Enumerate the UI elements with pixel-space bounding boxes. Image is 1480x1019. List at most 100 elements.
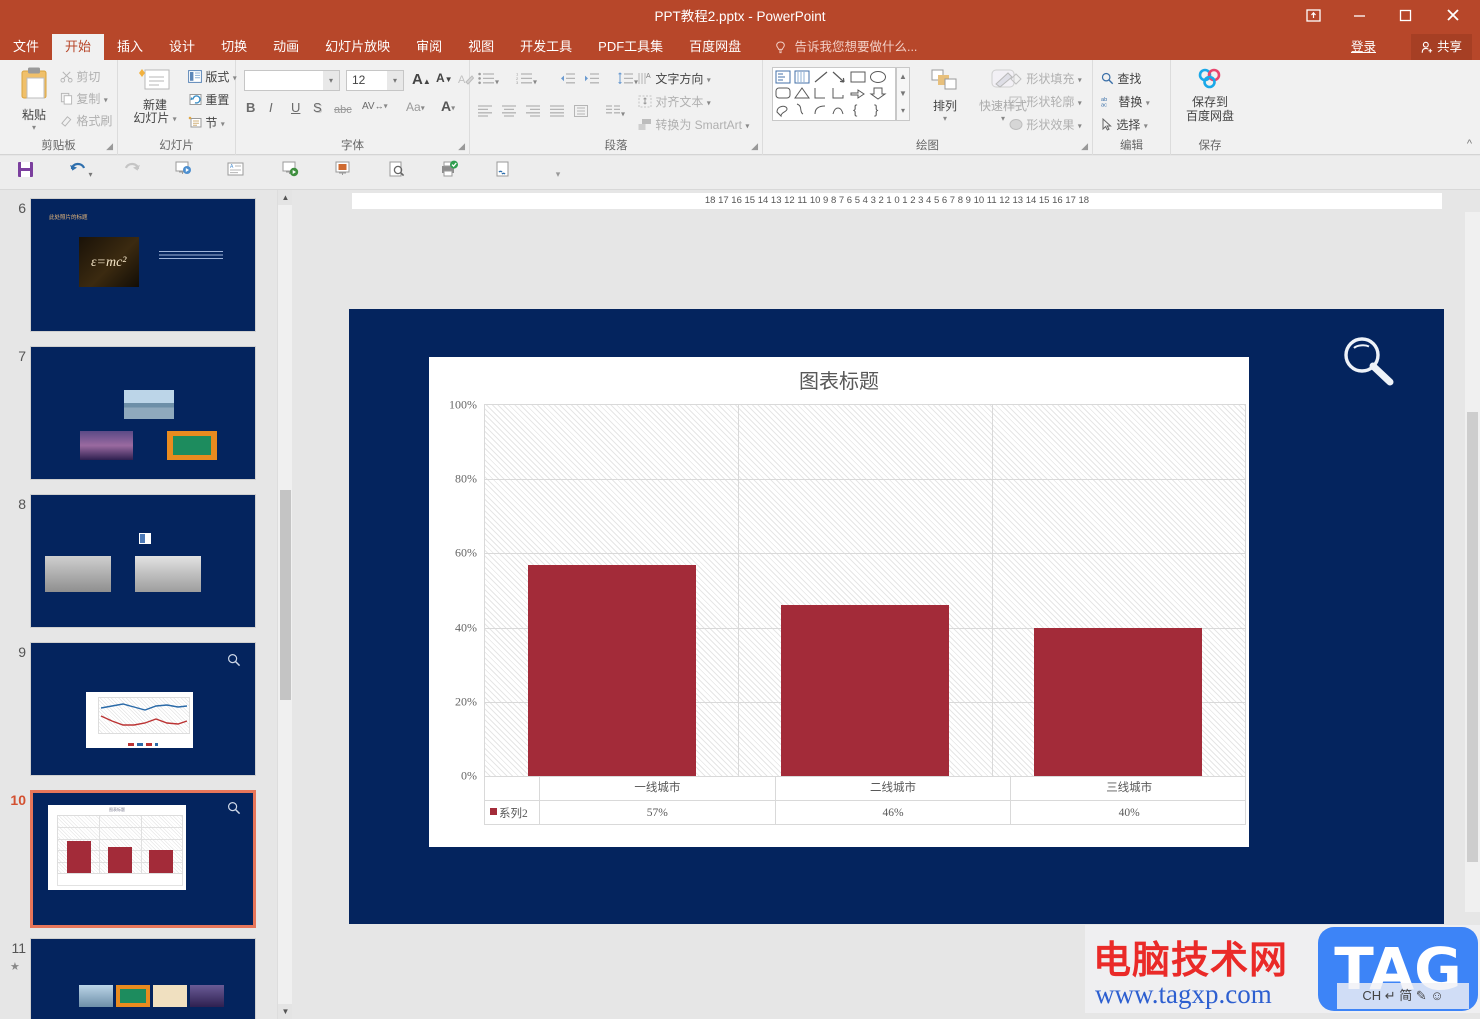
hyperlink-icon[interactable]: [490, 160, 516, 186]
shapes-gallery-scrollbar[interactable]: ▲ ▼ ▾: [896, 67, 910, 121]
slide-edit-area[interactable]: 图表标题 0% 20% 40% 60% 80% 100% 一线城市 二线城市 三…: [292, 212, 1480, 1019]
distribute-button[interactable]: [574, 105, 589, 120]
redo-icon[interactable]: [118, 160, 144, 186]
chevron-down-icon[interactable]: ▾: [173, 114, 177, 123]
new-slide-button[interactable]: 新建 幻灯片 ▾: [124, 66, 186, 125]
drawing-dialog-launcher-icon[interactable]: ◢: [1081, 141, 1088, 152]
slide-thumbnail-pane[interactable]: 6 此处照片的标题 ε=mc² 7 8 9 10 图表标题 11 ★: [0, 190, 277, 1019]
chevron-up-icon[interactable]: ^: [1467, 138, 1472, 150]
slide-preview-selected[interactable]: 图表标题: [30, 790, 256, 928]
close-icon[interactable]: [1430, 0, 1476, 34]
decrease-indent-button[interactable]: [560, 72, 576, 88]
chart-data-table[interactable]: 一线城市 二线城市 三线城市 系列2 57% 46% 40%: [484, 777, 1246, 825]
bar-series2-sanxiancheng[interactable]: [1033, 627, 1203, 776]
chevron-down-icon[interactable]: ▾: [421, 103, 425, 112]
shapes-gallery[interactable]: { }: [772, 67, 896, 121]
restore-icon[interactable]: [1382, 0, 1428, 34]
edit-area-scrollbar[interactable]: [1465, 212, 1480, 912]
bar-series2-erxiancheng[interactable]: [780, 605, 950, 776]
tab-home[interactable]: 开始: [52, 34, 105, 60]
gallery-more-icon[interactable]: ▾: [897, 102, 909, 119]
font-color-button[interactable]: A▾: [441, 98, 455, 114]
minimize-icon[interactable]: [1336, 0, 1382, 34]
layout-button[interactable]: 版式 ▾: [188, 68, 237, 86]
chevron-down-icon[interactable]: ▾: [451, 103, 455, 112]
reset-button[interactable]: 重置: [188, 91, 229, 109]
change-case-button[interactable]: Aa▾: [406, 100, 425, 114]
chevron-down-icon[interactable]: ▾: [384, 101, 388, 110]
sign-in-link[interactable]: 登录: [1351, 34, 1376, 60]
decrease-font-size-button[interactable]: A▼: [436, 71, 453, 85]
thumbnail-item-11[interactable]: 11 ★: [0, 938, 277, 1019]
scroll-up-icon[interactable]: ▲: [897, 68, 909, 85]
align-right-button[interactable]: [526, 105, 541, 120]
text-shadow-button[interactable]: S: [313, 100, 322, 115]
slide-preview[interactable]: [30, 346, 256, 480]
chevron-down-icon[interactable]: ▾: [621, 109, 625, 118]
quick-print-icon[interactable]: [436, 160, 462, 186]
copy-button[interactable]: 复制 ▾: [60, 90, 108, 108]
chart-object[interactable]: 图表标题 0% 20% 40% 60% 80% 100% 一线城市 二线城市 三…: [429, 357, 1249, 847]
font-name-input[interactable]: ▾: [244, 70, 340, 91]
presenter-view-icon[interactable]: [277, 160, 303, 186]
chevron-down-icon[interactable]: ▾: [323, 71, 339, 90]
scrollbar-thumb[interactable]: [280, 490, 291, 700]
replace-button[interactable]: ab ac 替换 ▾: [1101, 93, 1150, 111]
tab-baidu-netdisk[interactable]: 百度网盘: [676, 34, 754, 60]
tab-view[interactable]: 视图: [455, 34, 507, 60]
scroll-down-icon[interactable]: ▼: [278, 1004, 293, 1019]
find-button[interactable]: 查找: [1101, 70, 1141, 88]
select-button[interactable]: 选择 ▾: [1101, 116, 1148, 134]
undo-icon[interactable]: ▾: [68, 160, 94, 186]
align-text-button[interactable]: 对齐文本 ▾: [638, 93, 711, 111]
tab-slideshow[interactable]: 幻灯片放映: [312, 34, 403, 60]
scroll-up-icon[interactable]: ▲: [278, 190, 293, 205]
chart-title[interactable]: 图表标题: [429, 365, 1249, 394]
tab-file[interactable]: 文件: [0, 34, 52, 60]
bold-button[interactable]: B: [246, 100, 255, 115]
thumbnail-item-7[interactable]: 7: [0, 346, 277, 482]
chevron-down-icon[interactable]: ▾: [707, 98, 711, 107]
line-spacing-button[interactable]: ▾: [618, 72, 638, 88]
italic-button[interactable]: I: [269, 100, 273, 115]
bar-series2-yixiancheng[interactable]: [527, 564, 697, 776]
thumbnail-pane-scrollbar[interactable]: ▲ ▼: [277, 190, 293, 1019]
shape-effects-button[interactable]: 形状效果 ▾: [1009, 116, 1082, 134]
tab-pdf-tools[interactable]: PDF工具集: [585, 34, 676, 60]
tab-transitions[interactable]: 切换: [208, 34, 260, 60]
share-button[interactable]: 共享: [1410, 34, 1472, 60]
section-button[interactable]: 节 ▾: [188, 114, 225, 132]
slide-show-icon[interactable]: [330, 160, 356, 186]
convert-to-smartart-button[interactable]: 转换为 SmartArt ▾: [638, 116, 749, 134]
character-spacing-button[interactable]: AV↔▾: [362, 98, 388, 112]
thumbnail-item-10[interactable]: 10 图表标题: [0, 790, 277, 930]
scrollbar-thumb[interactable]: [1467, 412, 1478, 862]
tab-insert[interactable]: 插入: [104, 34, 156, 60]
print-preview-icon[interactable]: [383, 160, 409, 186]
slide-preview[interactable]: 此处照片的标题 ε=mc²: [30, 198, 256, 332]
chevron-down-icon[interactable]: ▾: [1144, 121, 1148, 130]
chevron-down-icon[interactable]: ▾: [533, 77, 537, 86]
slide-preview[interactable]: [30, 494, 256, 628]
increase-indent-button[interactable]: [584, 72, 600, 88]
chevron-down-icon[interactable]: ▾: [104, 95, 108, 104]
chevron-down-icon[interactable]: ▾: [8, 123, 60, 132]
chevron-down-icon[interactable]: ▾: [495, 77, 499, 86]
align-left-button[interactable]: [478, 105, 493, 120]
chevron-down-icon[interactable]: ▾: [707, 75, 711, 84]
current-slide[interactable]: 图表标题 0% 20% 40% 60% 80% 100% 一线城市 二线城市 三…: [349, 309, 1444, 924]
chevron-down-icon[interactable]: ▾: [745, 121, 749, 130]
cut-button[interactable]: 剪切: [60, 68, 100, 86]
paste-button[interactable]: 粘贴 ▾: [8, 66, 60, 132]
shape-outline-button[interactable]: 形状轮廓 ▾: [1009, 93, 1082, 111]
scroll-down-icon[interactable]: ▼: [897, 85, 909, 102]
tab-design[interactable]: 设计: [156, 34, 208, 60]
format-painter-button[interactable]: 格式刷: [60, 112, 112, 130]
tab-developer[interactable]: 开发工具: [507, 34, 585, 60]
tell-me-search[interactable]: 告诉我您想要做什么...: [775, 34, 917, 60]
chart-plot-area[interactable]: 0% 20% 40% 60% 80% 100%: [449, 398, 1246, 783]
chevron-down-icon[interactable]: ▾: [387, 71, 403, 90]
arrange-button[interactable]: 排列 ▾: [919, 68, 971, 123]
tab-animations[interactable]: 动画: [260, 34, 312, 60]
save-icon[interactable]: [12, 160, 38, 186]
